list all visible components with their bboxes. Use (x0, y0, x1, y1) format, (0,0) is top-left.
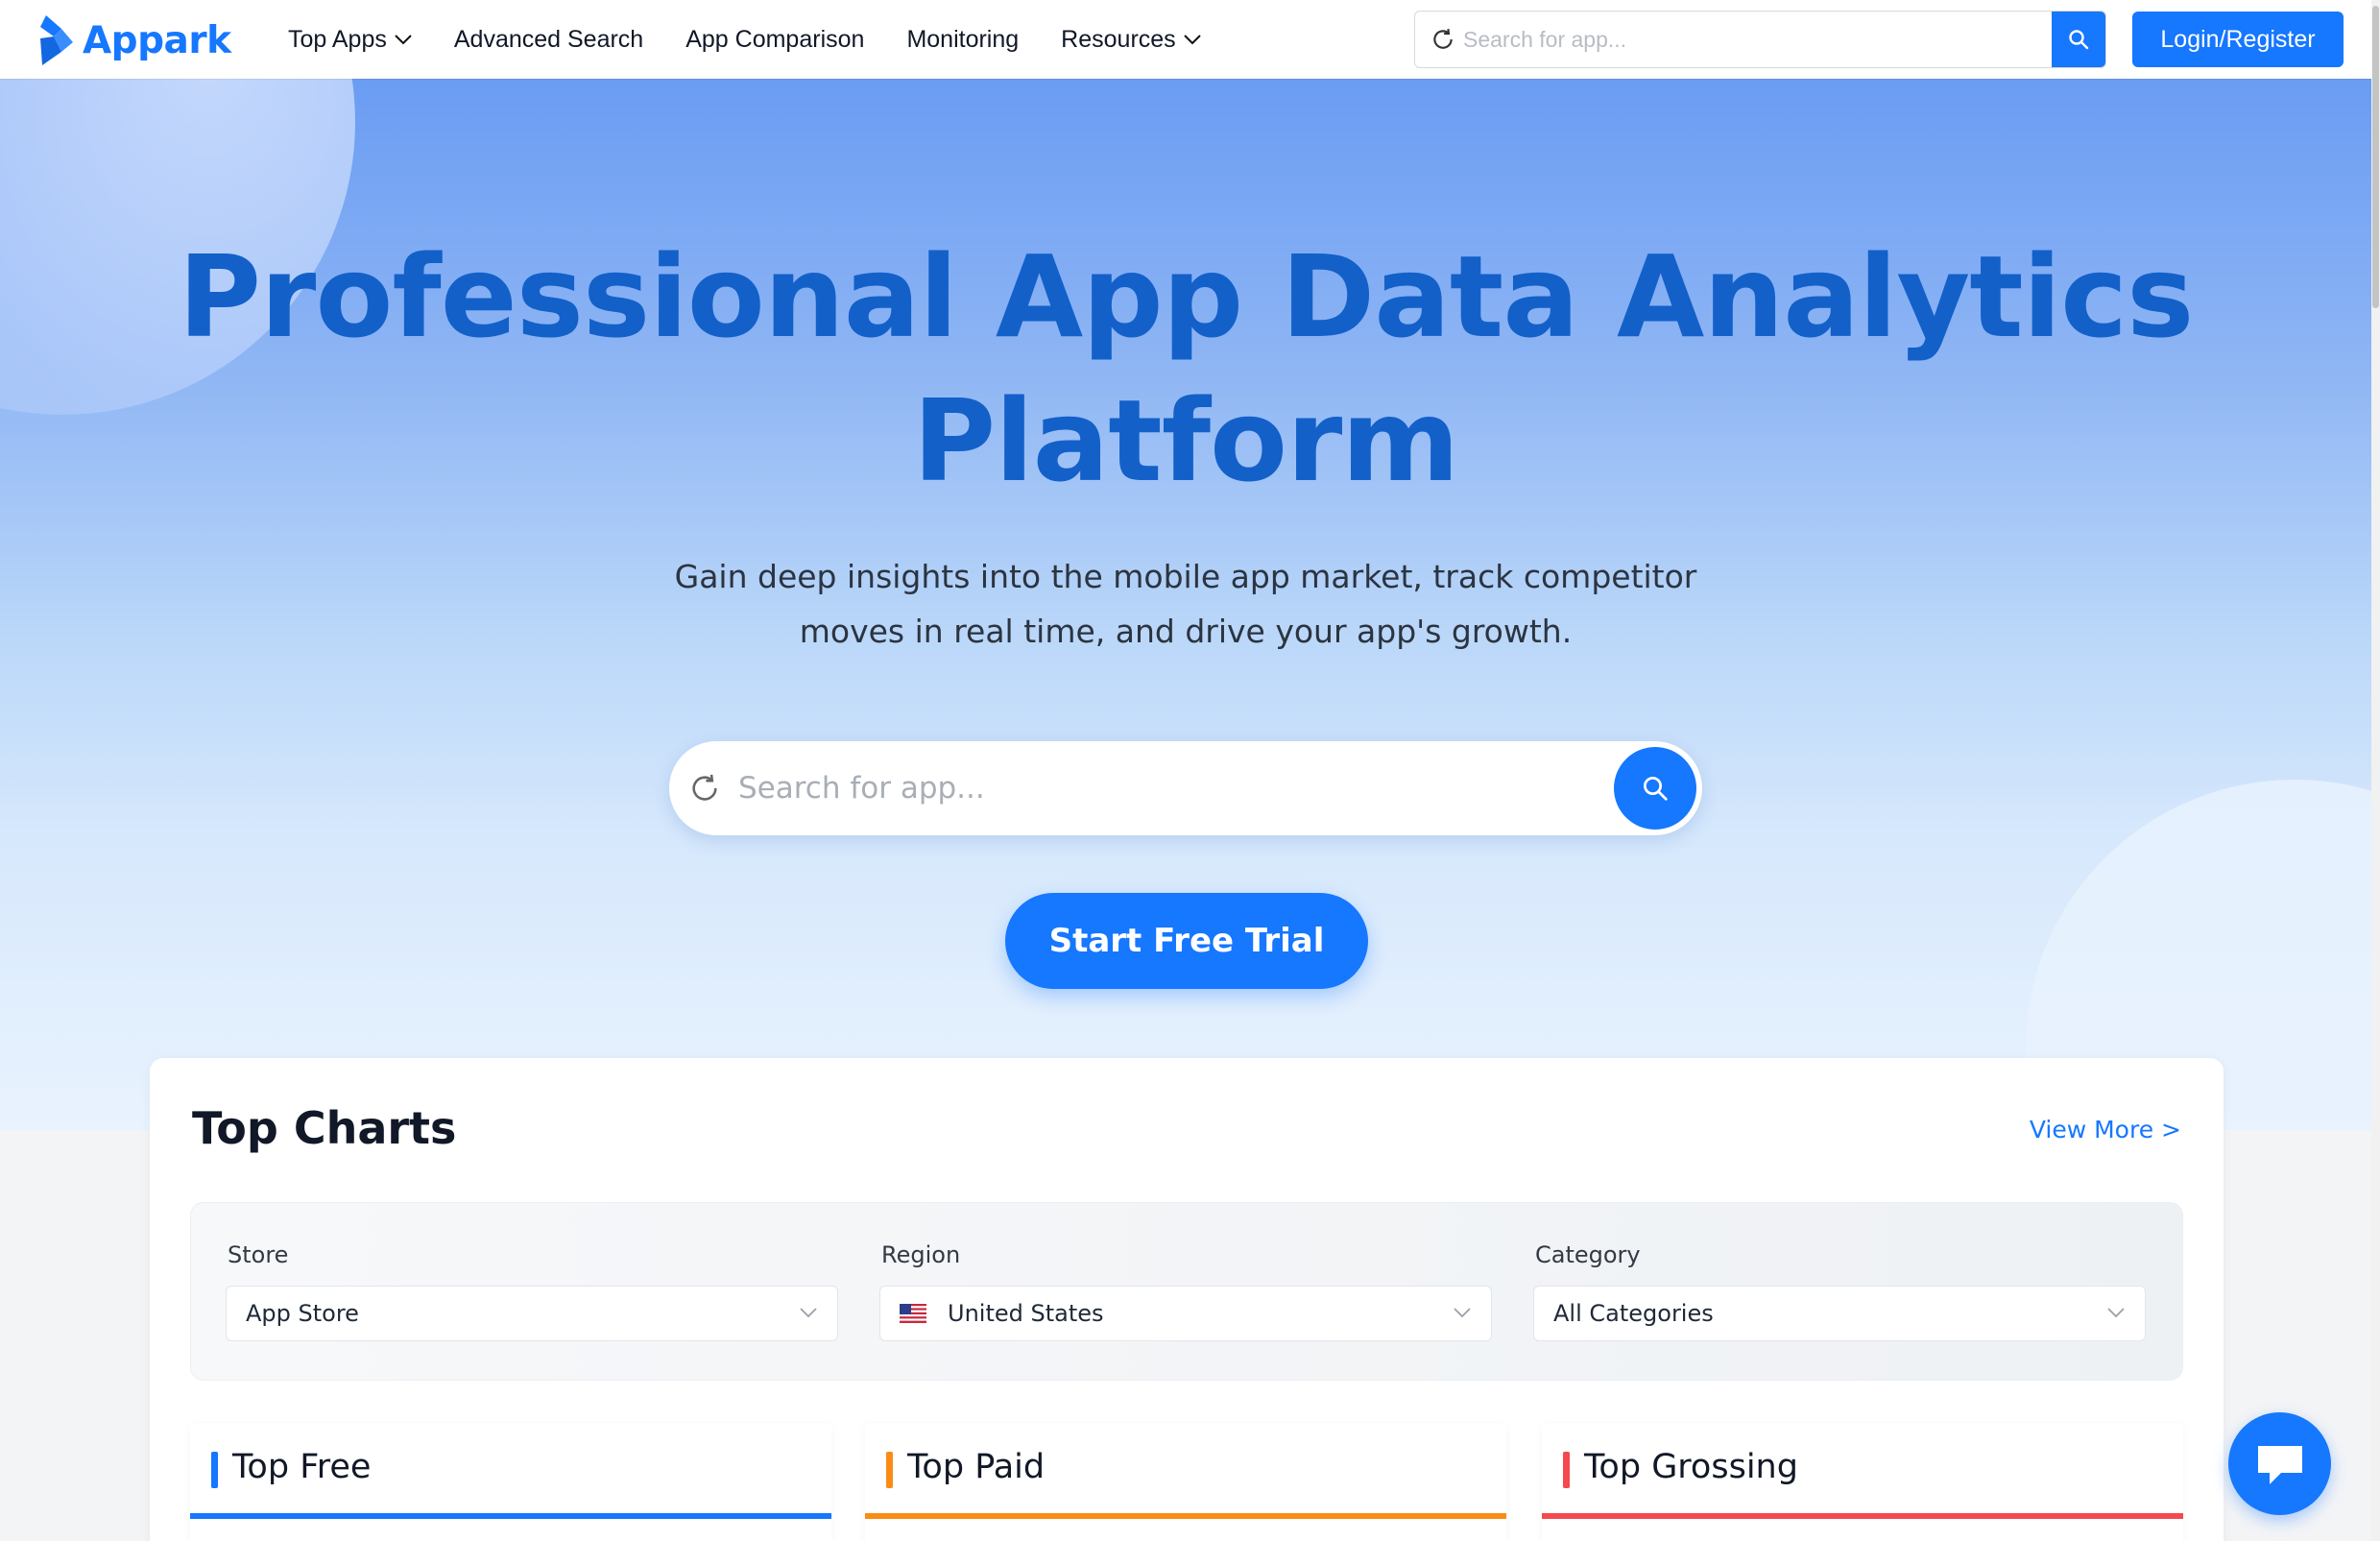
search-icon (1644, 777, 1668, 801)
brand-name: Appark (83, 18, 231, 62)
hero-subtitle: Gain deep insights into the mobile app m… (610, 549, 1762, 659)
tab-label: Top Free (232, 1448, 372, 1486)
start-free-trial-button[interactable]: Start Free Trial (1005, 893, 1368, 989)
chevron-down-icon (1183, 35, 1201, 45)
hero-search (669, 741, 1702, 835)
tab-underline (190, 1513, 831, 1519)
page-scrollbar[interactable] (2371, 0, 2380, 1541)
nav-item-label: Resources (1061, 25, 1176, 53)
main-menu: Top Apps Advanced Search App Comparison … (288, 0, 1243, 79)
nav-item-advanced-search[interactable]: Advanced Search (454, 26, 643, 54)
view-more-link[interactable]: View More > (2030, 1116, 2181, 1144)
hero-title: Professional App Data Analytics Platform (0, 225, 2371, 513)
store-select[interactable]: App Store (226, 1286, 838, 1341)
navbar-search-input[interactable] (1455, 12, 2052, 67)
chart-filters: Store App Store Region United States Cat… (190, 1202, 2183, 1381)
nav-item-label: Top Apps (288, 25, 387, 53)
store-filter: Store App Store (226, 1241, 838, 1341)
appark-logo-icon (40, 15, 73, 65)
top-charts-card: Top Charts View More > Store App Store R… (150, 1058, 2224, 1541)
tab-accent-bar (886, 1452, 893, 1488)
hero-search-button[interactable] (1614, 747, 1696, 830)
navbar-search (1414, 11, 2106, 68)
brand-logo[interactable]: Appark (33, 13, 231, 67)
us-flag-icon (900, 1304, 926, 1323)
region-select[interactable]: United States (879, 1286, 1492, 1341)
select-value: All Categories (1553, 1300, 1714, 1327)
tab-underline (865, 1513, 1506, 1519)
category-filter: Category All Categories (1533, 1241, 2146, 1341)
chat-support-button[interactable] (2228, 1412, 2331, 1515)
tab-top-grossing[interactable]: Top Grossing (1542, 1423, 2183, 1541)
hero-subtitle-line: Gain deep insights into the mobile app m… (674, 558, 1697, 595)
loading-spinner-icon (692, 774, 717, 801)
nav-item-resources[interactable]: Resources (1061, 26, 1201, 54)
tab-label: Top Grossing (1584, 1448, 1798, 1486)
filter-label: Region (881, 1241, 961, 1268)
loading-spinner-icon (1433, 29, 1453, 49)
nav-item-monitoring[interactable]: Monitoring (906, 26, 1019, 54)
chevron-down-icon (1454, 1308, 1471, 1318)
tab-label: Top Paid (907, 1448, 1046, 1486)
navbar-search-button[interactable] (2052, 12, 2105, 67)
nav-item-label: App Comparison (685, 25, 865, 53)
hero-section: Professional App Data Analytics Platform… (0, 79, 2371, 1130)
nav-item-label: Advanced Search (453, 25, 644, 53)
chevron-down-icon (2107, 1308, 2125, 1318)
filter-label: Category (1535, 1241, 1641, 1268)
region-filter: Region United States (879, 1241, 1492, 1341)
hero-subtitle-line: moves in real time, and drive your app's… (799, 613, 1573, 650)
chevron-down-icon (395, 35, 412, 45)
top-navbar: Appark Top Apps Advanced Search App Comp… (0, 0, 2371, 79)
hero-search-input[interactable] (721, 771, 1614, 806)
top-charts-title: Top Charts (192, 1102, 457, 1154)
select-value: App Store (246, 1300, 359, 1327)
nav-item-label: Monitoring (906, 25, 1020, 53)
login-register-button[interactable]: Login/Register (2132, 12, 2344, 67)
tab-underline (1542, 1513, 2183, 1519)
hero-title-line: Platform (912, 374, 1460, 507)
nav-item-top-apps[interactable]: Top Apps (288, 26, 412, 54)
filter-label: Store (228, 1241, 289, 1268)
tab-top-free[interactable]: Top Free (190, 1423, 831, 1541)
category-select[interactable]: All Categories (1533, 1286, 2146, 1341)
scrollbar-thumb[interactable] (2372, 6, 2379, 308)
select-value: United States (948, 1300, 1104, 1327)
search-icon (2069, 30, 2089, 50)
tab-top-paid[interactable]: Top Paid (865, 1423, 1506, 1541)
chevron-down-icon (800, 1308, 817, 1318)
chat-bubble-icon (2257, 1445, 2302, 1484)
tab-accent-bar (211, 1452, 218, 1488)
nav-item-app-comparison[interactable]: App Comparison (685, 26, 864, 54)
hero-title-line: Professional App Data Analytics (178, 230, 2195, 363)
tab-accent-bar (1563, 1452, 1570, 1488)
